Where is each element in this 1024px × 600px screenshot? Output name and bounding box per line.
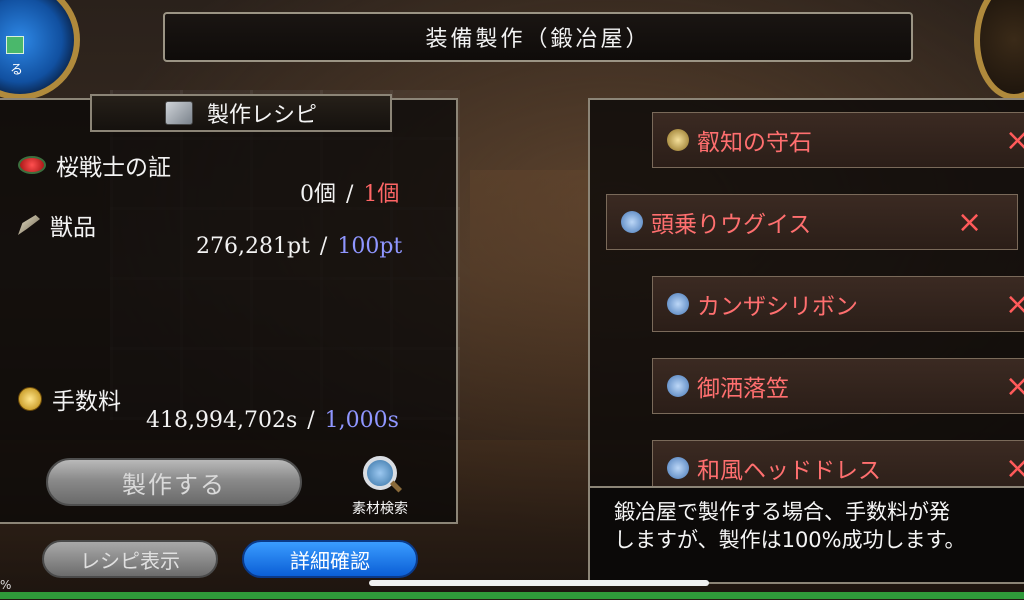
page-title: 装備製作（鍛冶屋） — [163, 12, 913, 62]
tab-recipe-view-label: レシピ表示 — [80, 548, 180, 573]
message-line: 鍛冶屋で製作する場合、手数料が発 — [614, 500, 950, 524]
material-search-button[interactable]: 素材検索 — [340, 456, 420, 520]
menu-icon — [6, 36, 24, 54]
recipe-panel-header: 製作レシピ — [90, 94, 392, 132]
fee-quantity: 418,994,702s / 1,000s — [146, 408, 399, 433]
home-indicator[interactable] — [369, 580, 709, 586]
list-item[interactable]: 叡知の守石 × — [652, 112, 1024, 168]
material-quantity: 0個 / 1個 — [300, 176, 399, 208]
tab-recipe-view[interactable]: レシピ表示 — [42, 540, 218, 578]
material-name: 桜戦士の証 — [56, 155, 171, 181]
material-need: 1個 — [363, 182, 400, 207]
background-shelf — [470, 170, 600, 430]
list-item[interactable]: カンザシリボン × — [652, 276, 1024, 332]
item-list-panel[interactable]: 叡知の守石 × 頭乗りウグイス × カンザシリボン × 御洒落笠 × 和風ヘッド… — [588, 98, 1024, 494]
list-item-name: カンザシリボン — [697, 294, 858, 320]
unavailable-mark-icon: × — [1005, 287, 1024, 322]
craft-button-label: 製作する — [122, 470, 226, 499]
tab-detail[interactable]: 詳細確認 — [242, 540, 418, 578]
fee-name: 手数料 — [52, 389, 121, 415]
list-item[interactable]: 御洒落笠 × — [652, 358, 1024, 414]
unavailable-mark-icon: × — [957, 204, 983, 240]
unavailable-mark-icon: × — [1005, 123, 1024, 158]
list-item[interactable]: 頭乗りウグイス × — [606, 194, 1018, 250]
tab-detail-label: 詳細確認 — [290, 548, 370, 573]
quantity-separator: / — [319, 234, 328, 259]
list-item-name: 叡知の守石 — [697, 130, 812, 156]
bird-icon — [621, 211, 643, 233]
message-line: しますが、製作は100%成功します。 — [614, 528, 966, 552]
progress-percent: % — [0, 578, 12, 592]
quantity-separator: / — [346, 182, 354, 207]
medallion-label: る — [10, 63, 24, 78]
craft-button[interactable]: 製作する — [46, 458, 302, 506]
material-search-label: 素材検索 — [352, 501, 408, 517]
menu-medallion-button[interactable]: る — [0, 0, 80, 100]
material-need: 100pt — [337, 234, 403, 259]
recipe-icon — [164, 101, 193, 125]
material-quantity: 276,281pt / 100pt — [196, 234, 402, 259]
page-title-text: 装備製作（鍛冶屋） — [425, 27, 651, 52]
unavailable-mark-icon: × — [1005, 369, 1024, 404]
material-row: 獣品 — [18, 208, 96, 242]
message-box: 鍛冶屋で製作する場合、手数料が発 しますが、製作は100%成功します。 — [588, 486, 1024, 584]
material-row: 桜戦士の証 — [18, 148, 171, 182]
recipe-panel-title: 製作レシピ — [206, 103, 317, 128]
red-seal-icon — [18, 156, 46, 174]
list-item-name: 和風ヘッドドレス — [697, 458, 881, 484]
quantity-separator: / — [307, 408, 315, 433]
search-icon — [363, 456, 397, 490]
fee-need: 1,000s — [324, 408, 399, 433]
horn-icon — [18, 215, 40, 235]
fee-row: 手数料 — [18, 382, 121, 416]
stone-icon — [667, 129, 689, 151]
fee-have: 418,994,702s — [146, 408, 298, 433]
hat-icon — [667, 375, 689, 397]
list-item-name: 御洒落笠 — [697, 376, 789, 402]
ornament-right — [974, 0, 1024, 100]
hat-icon — [667, 457, 689, 479]
material-have: 276,281pt — [196, 234, 310, 259]
progress-bar — [0, 592, 1024, 599]
coin-icon — [18, 387, 42, 411]
material-have: 0個 — [300, 182, 336, 207]
list-item-name: 頭乗りウグイス — [651, 212, 812, 238]
hat-icon — [667, 293, 689, 315]
material-name: 獣品 — [50, 215, 96, 241]
unavailable-mark-icon: × — [1005, 451, 1024, 486]
